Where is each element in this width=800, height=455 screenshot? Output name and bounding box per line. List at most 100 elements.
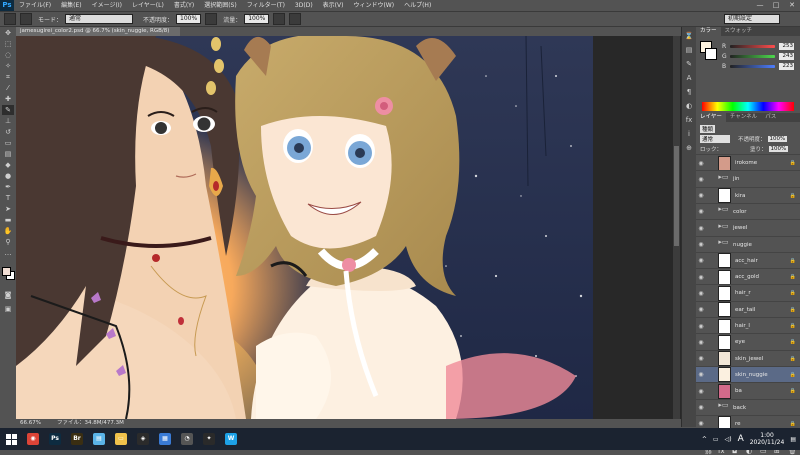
visibility-eye-icon[interactable]: ◉ [696, 323, 706, 330]
taskbar-line-button[interactable]: ◔ [176, 428, 198, 450]
visibility-eye-icon[interactable]: ◉ [696, 160, 706, 167]
flow-input[interactable]: 100% [244, 14, 270, 24]
history-panel-icon[interactable]: ⌛ [684, 31, 694, 41]
layer-row[interactable]: ◉ hair_l 🔒 [696, 317, 800, 334]
tab-layers[interactable]: レイヤー [696, 113, 726, 122]
layer-row[interactable]: ◉ hair_r 🔒 [696, 284, 800, 301]
layer-row[interactable]: ◉ skin_jewel 🔒 [696, 349, 800, 367]
eyedropper-tool-icon[interactable]: ⁄ [2, 83, 14, 93]
maximize-button[interactable]: □ [768, 0, 784, 11]
menu-item-9[interactable]: ウィンドウ(W) [348, 0, 399, 11]
menu-item-3[interactable]: レイヤー(L) [127, 0, 169, 11]
fill-input[interactable]: 100% [768, 145, 789, 152]
color-slider-value[interactable]: 253 [779, 42, 794, 50]
color-slider-value[interactable]: 243 [779, 52, 794, 60]
canvas-artwork[interactable] [16, 36, 593, 419]
menu-item-7[interactable]: 3D(D) [290, 0, 318, 11]
stamp-tool-icon[interactable]: ⊥ [2, 116, 14, 126]
taskbar-photoshop-button[interactable]: Ps [44, 428, 66, 450]
visibility-eye-icon[interactable]: ◉ [696, 225, 706, 232]
layer-filter-select[interactable]: 種類 [700, 124, 716, 133]
scrollbar-thumb[interactable] [674, 146, 679, 246]
brush-tool-icon[interactable]: ✎ [2, 105, 14, 115]
layer-row[interactable]: ◉ skin_nuggie 🔒 [696, 365, 800, 383]
tab-channels[interactable]: チャンネル [726, 113, 761, 122]
magic-wand-tool-icon[interactable]: ✧ [2, 61, 14, 71]
foreground-color-swatch[interactable] [2, 267, 11, 276]
color-spectrum[interactable] [702, 102, 794, 111]
start-button[interactable] [0, 428, 22, 450]
taskbar-chrome-button[interactable]: ◉ [22, 428, 44, 450]
color-slider-2[interactable]: B 223 [722, 61, 800, 71]
move-tool-icon[interactable]: ✥ [2, 28, 14, 38]
pen-tool-icon[interactable]: ✒ [2, 182, 14, 192]
visibility-eye-icon[interactable]: ◉ [696, 371, 706, 378]
path-select-tool-icon[interactable]: ➤ [2, 204, 14, 214]
layer-row[interactable]: ◉ kira 🔒 [696, 186, 800, 204]
blend-mode-select[interactable]: 通常 [700, 134, 730, 143]
color-slider-value[interactable]: 223 [779, 62, 794, 70]
clock[interactable]: 1:00 2020/11/24 [750, 432, 785, 446]
opacity-input[interactable]: 100% [176, 14, 202, 24]
history-brush-tool-icon[interactable]: ↺ [2, 127, 14, 137]
screen-mode-icon[interactable]: ▣ [2, 304, 14, 314]
visibility-eye-icon[interactable]: ◉ [696, 339, 706, 346]
brush-panel-icon[interactable]: ✎ [684, 59, 694, 69]
airbrush-icon[interactable] [273, 13, 286, 25]
color-slider-track[interactable] [730, 64, 775, 68]
close-button[interactable]: ✕ [784, 0, 800, 11]
hand-tool-icon[interactable]: ✋ [2, 226, 14, 236]
menu-item-6[interactable]: フィルター(T) [242, 0, 290, 11]
blur-tool-icon[interactable]: ◆ [2, 160, 14, 170]
brush-settings-icon[interactable] [20, 13, 32, 25]
network-icon[interactable]: ▭ [713, 436, 719, 443]
visibility-eye-icon[interactable]: ◉ [696, 257, 706, 264]
color-slider-track[interactable] [730, 54, 775, 58]
adjustments-panel-icon[interactable]: ◐ [684, 101, 694, 111]
menu-item-1[interactable]: 編集(E) [56, 0, 86, 11]
pressure-size-icon[interactable] [289, 13, 302, 25]
taskbar-clip-button[interactable]: ✦ [198, 428, 220, 450]
visibility-eye-icon[interactable]: ◉ [696, 176, 706, 183]
menu-item-10[interactable]: ヘルプ(H) [399, 0, 436, 11]
taskbar-web-button[interactable]: W [220, 428, 242, 450]
menu-item-8[interactable]: 表示(V) [318, 0, 349, 11]
visibility-eye-icon[interactable]: ◉ [696, 241, 706, 248]
layer-row[interactable]: ◉ irokome 🔒 [696, 154, 800, 171]
document-tab[interactable]: jamesugirei_color2.psd @ 66.7% (skin_nug… [16, 27, 180, 36]
vertical-scrollbar[interactable] [673, 36, 680, 419]
brush-preset-icon[interactable] [4, 13, 16, 25]
pressure-opacity-icon[interactable] [205, 13, 218, 25]
menu-item-4[interactable]: 書式(Y) [169, 0, 199, 11]
mode-select[interactable]: 通常 [65, 14, 134, 24]
character-panel-icon[interactable]: A [684, 73, 694, 83]
taskbar-defender-button[interactable]: ◈ [132, 428, 154, 450]
dodge-tool-icon[interactable]: ● [2, 171, 14, 181]
visibility-eye-icon[interactable]: ◉ [696, 274, 706, 281]
tab-swatches[interactable]: スウォッチ [721, 27, 757, 36]
quick-mask-icon[interactable]: ◙ [2, 290, 14, 300]
shape-tool-icon[interactable]: ▬ [2, 215, 14, 225]
tab-paths[interactable]: パス [761, 113, 780, 122]
taskbar-bridge-button[interactable]: Br [66, 428, 88, 450]
visibility-eye-icon[interactable]: ◉ [696, 208, 706, 215]
healing-tool-icon[interactable]: ✚ [2, 94, 14, 104]
more-tools-icon[interactable]: … [2, 248, 14, 258]
layer-row[interactable]: ◉ ba 🔒 [696, 382, 800, 399]
visibility-eye-icon[interactable]: ◉ [696, 290, 706, 297]
styles-panel-icon[interactable]: fx [684, 115, 694, 125]
taskbar-notes-button[interactable]: ▤ [88, 428, 110, 450]
info-panel-icon[interactable]: i [684, 129, 694, 139]
show-hidden-icons-icon[interactable]: ^ [702, 436, 707, 443]
taskbar-store-button[interactable]: ▦ [154, 428, 176, 450]
visibility-eye-icon[interactable]: ◉ [696, 355, 706, 362]
tab-color[interactable]: カラー [696, 27, 721, 36]
menu-item-5[interactable]: 選択範囲(S) [199, 0, 242, 11]
layer-group-row[interactable]: ◉ ▸▭ nuggie [696, 235, 800, 253]
zoom-tool-icon[interactable]: ⚲ [2, 237, 14, 247]
layer-group-row[interactable]: ◉ ▸▭ back [696, 398, 800, 416]
layer-row[interactable]: ◉ acc_hair 🔒 [696, 251, 800, 269]
marquee-tool-icon[interactable]: ⬚ [2, 39, 14, 49]
visibility-eye-icon[interactable]: ◉ [696, 420, 706, 427]
layer-row[interactable]: ◉ ear_tail 🔒 [696, 300, 800, 318]
